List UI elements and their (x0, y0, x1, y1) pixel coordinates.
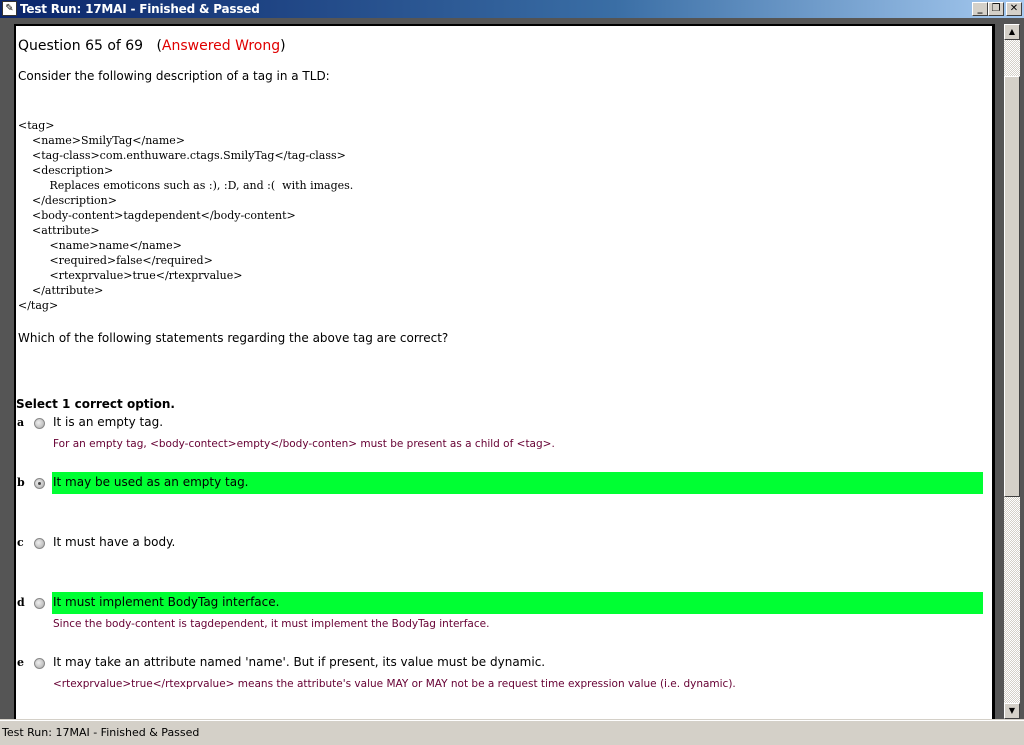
option-explanation: <rtexprvalue>true</rtexprvalue> means th… (53, 678, 736, 690)
option-letter: b (17, 476, 25, 489)
option-text: It may take an attribute named 'name'. B… (53, 655, 546, 669)
code-block: <tag> <name>SmilyTag</name> <tag-class>c… (18, 119, 354, 312)
status-bar: Test Run: 17MAI - Finished & Passed (0, 720, 1024, 745)
question-intro: Consider the following description of a … (18, 69, 330, 83)
option-text: It must have a body. (53, 535, 176, 549)
option-d[interactable]: d It must implement BodyTag interface. (16, 592, 984, 614)
question-number: Question 65 of 69 (18, 38, 144, 54)
title-bar: ✎ Test Run: 17MAI - Finished & Passed _ … (0, 0, 1024, 18)
option-explanation: Since the body-content is tagdependent, … (53, 618, 490, 630)
scroll-down-arrow-icon[interactable]: ▼ (1004, 703, 1020, 719)
minimize-button[interactable]: _ (972, 2, 988, 16)
restore-button[interactable]: ❐ (988, 2, 1004, 16)
option-letter: d (17, 596, 25, 609)
option-text: It is an empty tag. (53, 415, 164, 429)
scroll-thumb[interactable] (1004, 76, 1020, 497)
question-title: Question 65 of 69 (Answered Wrong) (18, 38, 286, 54)
window-title: Test Run: 17MAI - Finished & Passed (20, 2, 260, 16)
vertical-scrollbar[interactable]: ▲ ▼ (1004, 24, 1020, 719)
question-prompt: Which of the following statements regard… (18, 331, 449, 345)
app-icon: ✎ (2, 1, 17, 16)
status-text: Test Run: 17MAI - Finished & Passed (2, 726, 200, 739)
radio-button[interactable] (34, 478, 45, 489)
radio-button[interactable] (34, 658, 45, 669)
option-e[interactable]: e It may take an attribute named 'name'.… (16, 652, 984, 674)
scroll-up-arrow-icon[interactable]: ▲ (1004, 24, 1020, 40)
option-a[interactable]: a It is an empty tag. (16, 412, 984, 434)
option-c[interactable]: c It must have a body. (16, 532, 984, 554)
radio-button[interactable] (34, 598, 45, 609)
radio-button[interactable] (34, 538, 45, 549)
option-text: It must implement BodyTag interface. (52, 592, 983, 614)
option-explanation: For an empty tag, <body-contect>empty</b… (53, 438, 555, 450)
option-letter: e (17, 656, 24, 669)
select-instruction: Select 1 correct option. (16, 397, 175, 411)
option-letter: a (17, 416, 25, 429)
radio-button[interactable] (34, 418, 45, 429)
close-button[interactable]: ✕ (1006, 2, 1022, 16)
answer-status: Answered Wrong (161, 38, 281, 54)
option-b[interactable]: b It may be used as an empty tag. (16, 472, 984, 494)
question-panel: Question 65 of 69 (Answered Wrong) Consi… (14, 24, 995, 719)
option-letter: c (17, 536, 24, 549)
option-text: It may be used as an empty tag. (52, 472, 983, 494)
